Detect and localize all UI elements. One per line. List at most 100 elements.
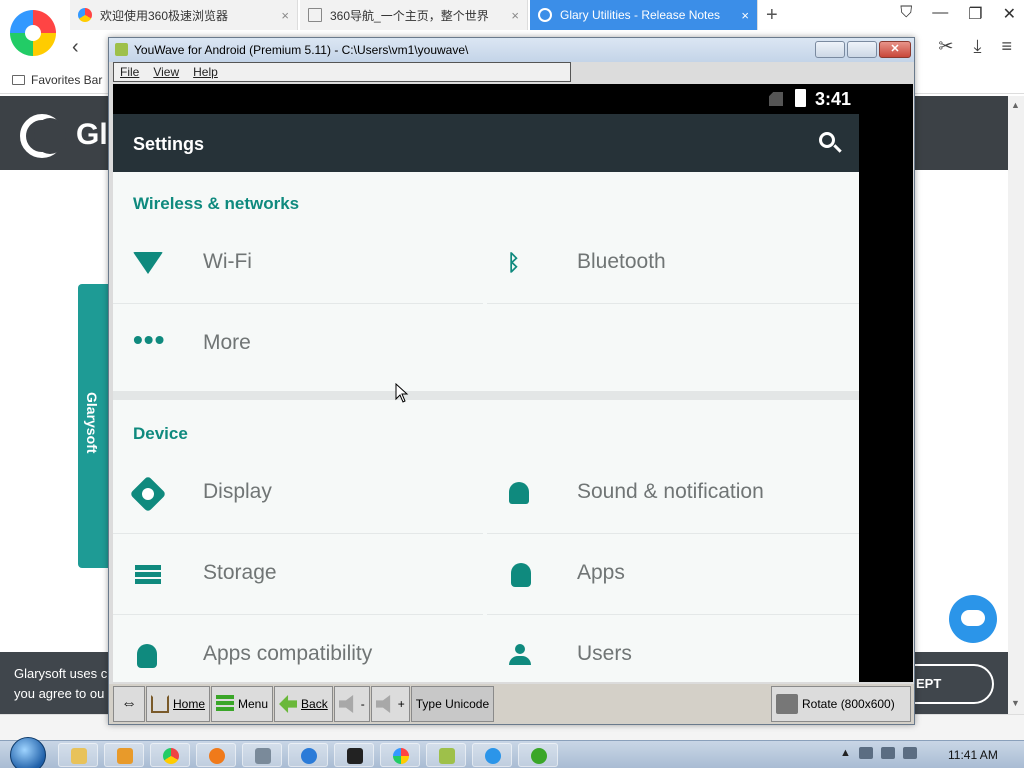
battery-icon xyxy=(795,89,806,107)
page-icon xyxy=(308,8,322,22)
taskbar-firefox[interactable] xyxy=(196,743,236,767)
settings-item-label: Users xyxy=(577,642,632,665)
close-window-icon[interactable]: ✕ xyxy=(1003,4,1016,24)
flag-icon[interactable] xyxy=(858,747,873,759)
more-icon: ••• xyxy=(133,324,166,355)
settings-item-sound[interactable]: Sound & notification xyxy=(487,454,859,534)
network-tray-icon[interactable] xyxy=(880,747,895,759)
close-icon[interactable]: × xyxy=(511,8,519,23)
shirt-icon[interactable]: ⛉ xyxy=(900,4,912,24)
favorites-bar-label[interactable]: Favorites Bar xyxy=(31,73,102,87)
storage-icon xyxy=(135,565,161,585)
tab-label: Glary Utilities - Release Notes xyxy=(560,8,721,22)
network-icon xyxy=(255,748,271,764)
settings-item-display[interactable]: Display xyxy=(113,454,483,534)
android-status-bar: 3:41 xyxy=(113,84,913,114)
taskbar-glary[interactable] xyxy=(472,743,512,767)
settings-item-bluetooth[interactable]: ᛒ Bluetooth xyxy=(487,224,859,304)
taskbar-explorer[interactable] xyxy=(58,743,98,767)
settings-item-wifi[interactable]: Wi-Fi xyxy=(113,224,483,304)
maximize-button[interactable] xyxy=(847,41,877,58)
youwave-app-icon xyxy=(115,43,128,56)
settings-item-storage[interactable]: Storage xyxy=(113,535,483,615)
glarysoft-side-tab[interactable]: Glarysoft xyxy=(78,284,108,568)
side-tab-label: Glarysoft xyxy=(84,392,100,454)
menu-file[interactable]: File xyxy=(120,65,139,79)
browser-toolbar-right: ✂ ⤓ ≡ xyxy=(938,36,1012,57)
section-header-device: Device xyxy=(133,424,188,443)
scissors-icon[interactable]: ✂ xyxy=(938,36,953,57)
chat-bubble-icon[interactable] xyxy=(949,595,997,643)
taskbar-network[interactable] xyxy=(242,743,282,767)
back-arrow-icon[interactable]: ‹ xyxy=(72,36,79,59)
tab-glary-release-notes[interactable]: Glary Utilities - Release Notes × xyxy=(530,0,758,30)
restore-icon[interactable]: ❐ xyxy=(968,4,982,24)
user-icon xyxy=(509,644,531,666)
bluetooth-icon: ᛒ xyxy=(507,250,521,275)
settings-item-label: More xyxy=(203,331,251,354)
download-icon[interactable]: ⤓ xyxy=(974,36,982,57)
no-sim-icon xyxy=(769,92,783,106)
wifi-icon xyxy=(133,252,163,276)
close-icon[interactable]: × xyxy=(741,8,749,23)
close-icon[interactable]: × xyxy=(281,8,289,23)
scroll-up-icon[interactable]: ▲ xyxy=(1011,100,1020,110)
volume-tray-icon[interactable] xyxy=(902,747,917,759)
media-player-icon xyxy=(117,748,133,764)
settings-item-apps-compatibility[interactable]: Apps compatibility xyxy=(113,616,483,682)
taskbar-clock[interactable]: 11:41 AM xyxy=(948,748,998,762)
menu-view[interactable]: View xyxy=(153,65,179,79)
volume-down-button[interactable]: - xyxy=(333,686,370,722)
search-icon[interactable] xyxy=(819,132,835,148)
new-tab-button[interactable]: + xyxy=(766,4,778,27)
taskbar-360browser[interactable] xyxy=(380,743,420,767)
taskbar-youwave[interactable] xyxy=(426,743,466,767)
start-button-icon[interactable] xyxy=(10,737,46,768)
android-screen[interactable]: 3:41 Settings Wireless & networks Wi-Fi … xyxy=(113,84,913,682)
settings-item-more[interactable]: ••• More xyxy=(113,305,483,385)
close-button[interactable]: ✕ xyxy=(879,41,911,58)
settings-item-label: Apps xyxy=(577,561,625,584)
menu-button[interactable]: Menu xyxy=(211,686,274,722)
volume-down-label: - xyxy=(360,697,365,711)
settings-item-apps[interactable]: Apps xyxy=(487,535,859,615)
android-icon xyxy=(511,563,531,587)
type-unicode-button[interactable]: Type Unicode xyxy=(410,686,495,722)
settings-item-label: Sound & notification xyxy=(577,480,764,503)
taskbar-chrome[interactable] xyxy=(150,743,190,767)
menu-icon xyxy=(216,695,235,713)
minimize-button[interactable] xyxy=(815,41,845,58)
glarysoft-logo-icon[interactable] xyxy=(20,114,66,158)
scroll-down-icon[interactable]: ▼ xyxy=(1011,698,1020,708)
section-header-wireless: Wireless & networks xyxy=(133,194,300,213)
volume-up-button[interactable]: + xyxy=(370,686,410,722)
site-brand-text[interactable]: Gl xyxy=(76,118,108,152)
taskbar-7zip[interactable] xyxy=(334,743,374,767)
taskbar-player[interactable] xyxy=(518,743,558,767)
youwave-titlebar[interactable]: YouWave for Android (Premium 5.11) - C:\… xyxy=(109,38,914,62)
menu-help[interactable]: Help xyxy=(193,65,218,79)
settings-item-users[interactable]: Users xyxy=(487,616,859,682)
settings-item-label: Wi-Fi xyxy=(203,250,252,273)
settings-item-label: Apps compatibility xyxy=(203,642,373,665)
rotate-button[interactable]: Rotate (800x600) xyxy=(771,686,911,722)
tab-360-nav[interactable]: 360导航_一个主页，整个世界 × xyxy=(300,0,528,30)
window-title: YouWave for Android (Premium 5.11) - C:\… xyxy=(134,43,469,57)
taskbar-media-player[interactable] xyxy=(104,743,144,767)
back-button[interactable]: Back xyxy=(274,686,333,722)
system-tray: ▲ xyxy=(840,747,917,759)
resize-arrows-icon[interactable]: ⇔ xyxy=(113,686,145,722)
minimize-icon[interactable]: — xyxy=(932,4,948,24)
tab-welcome[interactable]: 欢迎使用360极速浏览器 × xyxy=(70,0,298,30)
hamburger-menu-icon[interactable]: ≡ xyxy=(1001,36,1012,57)
settings-item-label: Bluetooth xyxy=(577,250,666,273)
tray-expand-icon[interactable]: ▲ xyxy=(840,747,851,759)
360-browser-icon xyxy=(393,748,409,764)
home-button[interactable]: Home xyxy=(146,686,211,722)
status-time: 3:41 xyxy=(815,89,852,109)
page-scrollbar[interactable]: ▲ ▼ xyxy=(1008,96,1024,716)
browser-logo-icon[interactable] xyxy=(10,10,56,56)
cookie-text: Glarysoft uses c you agree to ou xyxy=(14,664,109,704)
taskbar-ie[interactable] xyxy=(288,743,328,767)
youwave-window: YouWave for Android (Premium 5.11) - C:\… xyxy=(108,37,915,725)
